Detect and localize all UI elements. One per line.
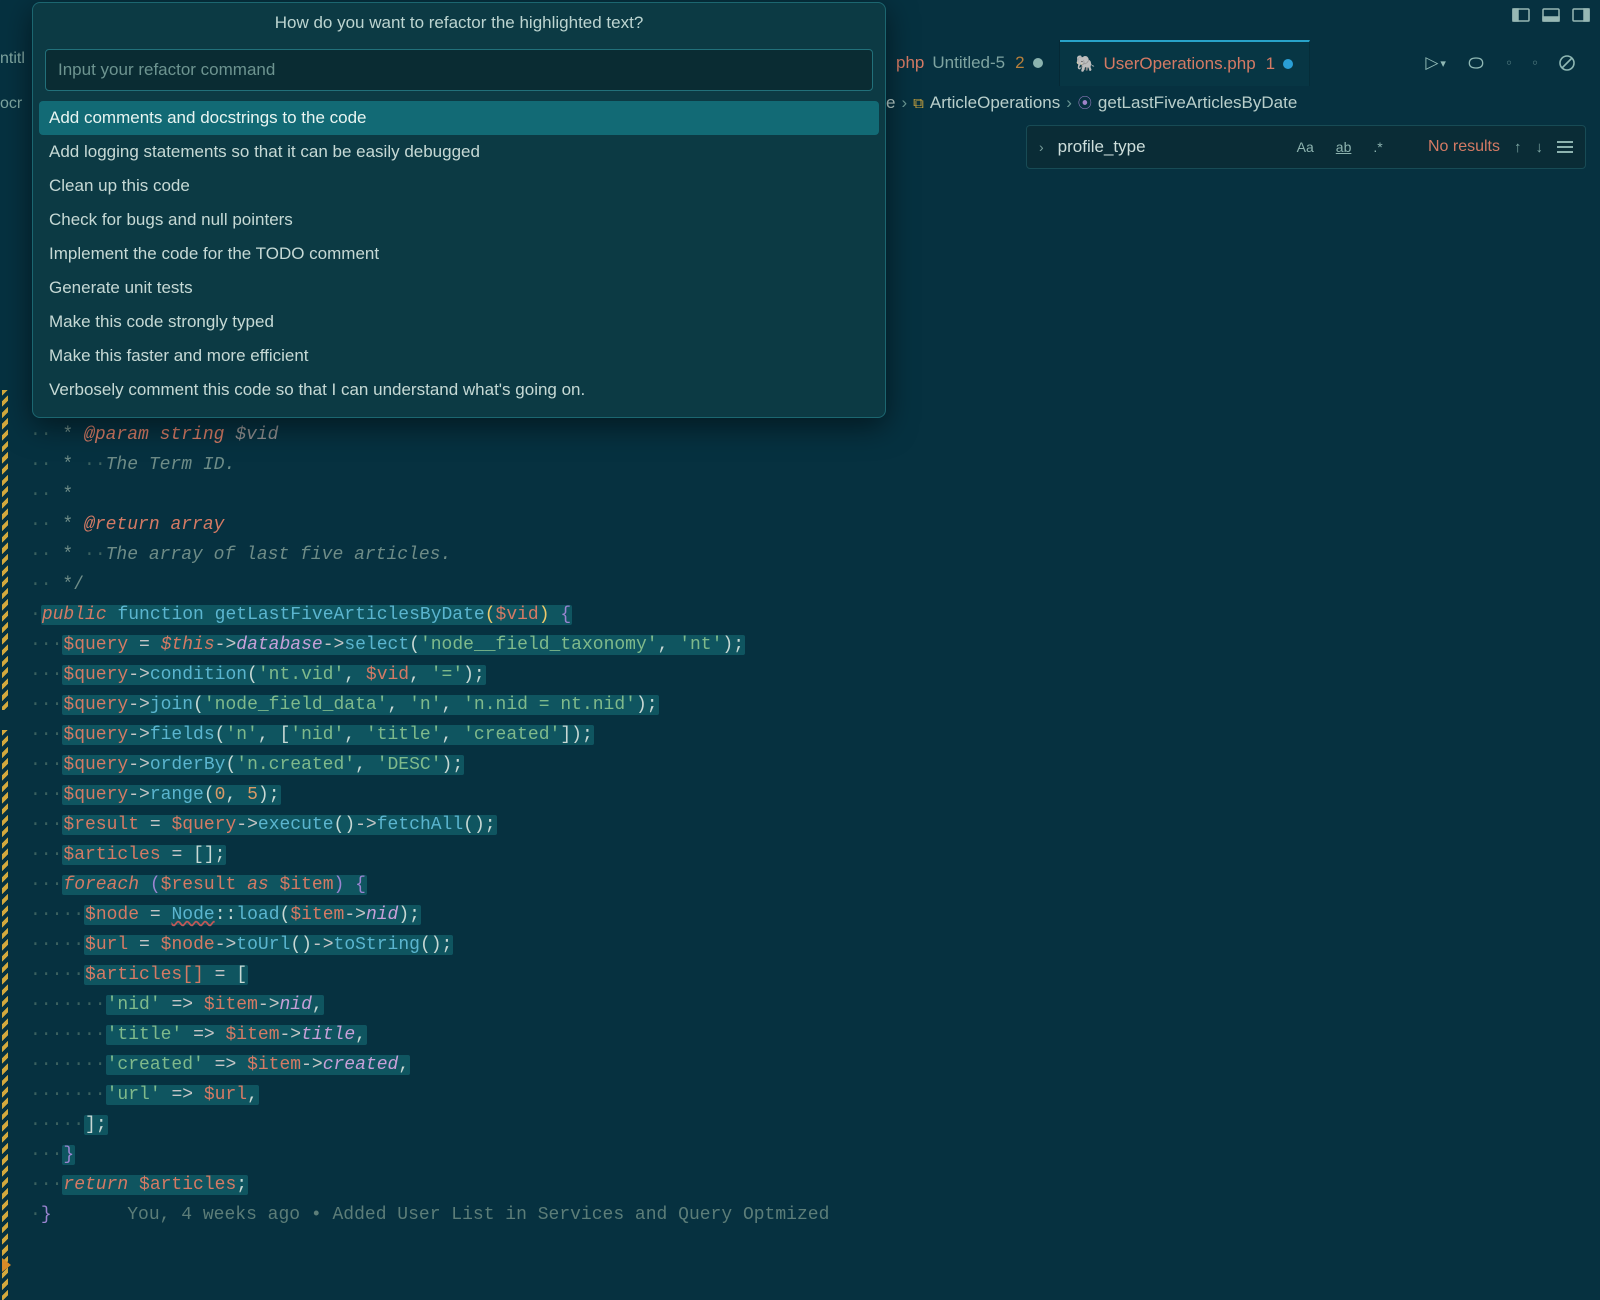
symbol-class-icon: ⧉ <box>913 95 924 112</box>
git-blame-annotation: You, 4 weeks ago • Added User List in Se… <box>127 1205 829 1225</box>
gutter-change-marker <box>2 390 8 710</box>
no-entry-icon[interactable] <box>1558 54 1576 72</box>
refactor-option[interactable]: Check for bugs and null pointers <box>39 203 879 237</box>
tab-suffix: php <box>896 53 924 73</box>
refactor-option[interactable]: Add logging statements so that it can be… <box>39 135 879 169</box>
refactor-option[interactable]: Implement the code for the TODO comment <box>39 237 879 271</box>
match-case-toggle[interactable]: Aa <box>1293 137 1318 157</box>
titlebar-layout-icons <box>1512 6 1590 24</box>
tab-mod-count: 2 <box>1015 53 1024 73</box>
step-back-icon[interactable]: ◦ <box>1506 53 1512 73</box>
find-menu-icon[interactable] <box>1557 141 1573 153</box>
refactor-option[interactable]: Make this code strongly typed <box>39 305 879 339</box>
tab-untitled-5[interactable]: php Untitled-5 2 <box>880 40 1060 86</box>
refactor-popup: How do you want to refactor the highligh… <box>32 2 886 418</box>
refactor-option[interactable]: Verbosely comment this code so that I ca… <box>39 373 879 407</box>
orange-arrow-icon <box>2 1258 11 1272</box>
popup-input-wrap <box>45 49 873 91</box>
popup-title: How do you want to refactor the highligh… <box>33 3 885 43</box>
refactor-command-input[interactable] <box>58 60 860 80</box>
code-body[interactable]: ·· * ·· * @param string $vid ·· * ··The … <box>30 390 1590 1230</box>
breadcrumb-class[interactable]: ArticleOperations <box>930 93 1060 113</box>
tab-file-name: UserOperations.php <box>1104 54 1256 74</box>
regex-toggle[interactable]: .* <box>1369 137 1386 157</box>
refactor-option[interactable]: Generate unit tests <box>39 271 879 305</box>
gutter-change-marker <box>2 730 8 1300</box>
refresh-icon[interactable] <box>1466 55 1486 71</box>
code-editor[interactable]: ·· * ·· * @param string $vid ·· * ··The … <box>30 390 1590 1268</box>
step-fwd-icon[interactable]: ◦ <box>1532 53 1538 73</box>
refactor-option[interactable]: Clean up this code <box>39 169 879 203</box>
tab-user-operations[interactable]: 🐘 UserOperations.php 1 <box>1060 40 1311 86</box>
find-prev-icon[interactable]: ↑ <box>1514 139 1522 156</box>
tab-mod-count: 1 <box>1266 54 1275 74</box>
chevron-right-icon[interactable]: › <box>1039 139 1044 155</box>
panel-left-icon[interactable] <box>1512 6 1530 24</box>
run-icon[interactable]: ▷▾ <box>1425 53 1446 73</box>
chevron-right-icon: › <box>901 93 907 113</box>
popup-option-list: Add comments and docstrings to the codeA… <box>33 101 885 417</box>
refactor-option[interactable]: Add comments and docstrings to the code <box>39 101 879 135</box>
gutter <box>0 90 26 1278</box>
breadcrumb-partial: e <box>886 93 895 113</box>
panel-right-icon[interactable] <box>1572 6 1590 24</box>
find-next-icon[interactable]: ↓ <box>1536 139 1544 156</box>
symbol-method-icon: ⦿ <box>1078 93 1092 113</box>
editor-run-icons: ▷▾ ◦ ◦ <box>1425 40 1600 86</box>
breadcrumb-method[interactable]: getLastFiveArticlesByDate <box>1098 93 1297 113</box>
chevron-right-icon: › <box>1066 93 1072 113</box>
tab-dirty-dot-icon <box>1033 58 1043 68</box>
refactor-option[interactable]: Make this faster and more efficient <box>39 339 879 373</box>
whole-word-toggle[interactable]: ab <box>1332 137 1356 157</box>
find-bar: › Aa ab .* No results ↑ ↓ <box>1026 125 1586 169</box>
tab-dirty-dot-icon <box>1283 59 1293 69</box>
panel-bottom-icon[interactable] <box>1542 6 1560 24</box>
find-results: No results <box>1428 138 1500 156</box>
php-icon: 🐘 <box>1076 54 1096 74</box>
tab-file-name: Untitled-5 <box>932 53 1005 73</box>
find-input[interactable] <box>1058 137 1279 157</box>
